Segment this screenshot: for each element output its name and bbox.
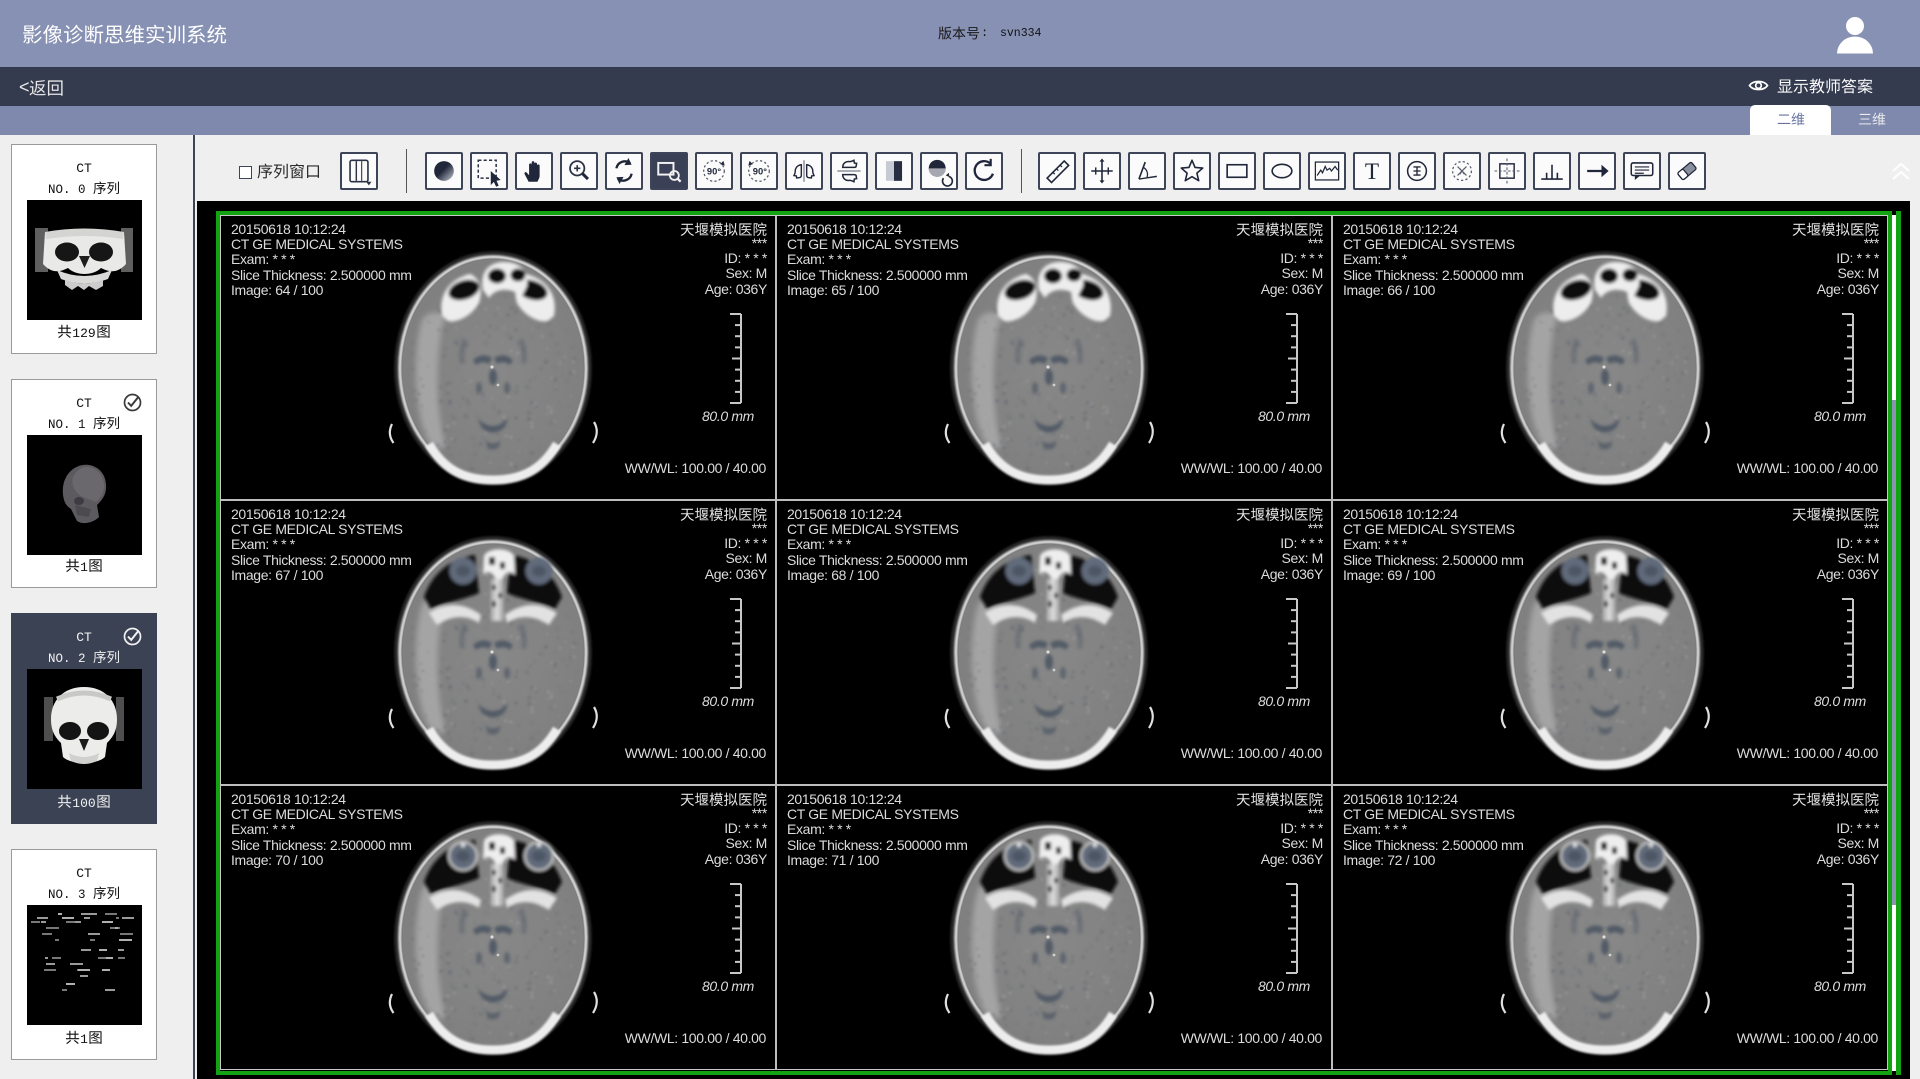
svg-text:X: X [1459,168,1465,177]
svg-text:T: T [1365,159,1379,185]
svg-text:90°: 90° [753,166,767,177]
svg-text:90°: 90° [707,166,721,177]
